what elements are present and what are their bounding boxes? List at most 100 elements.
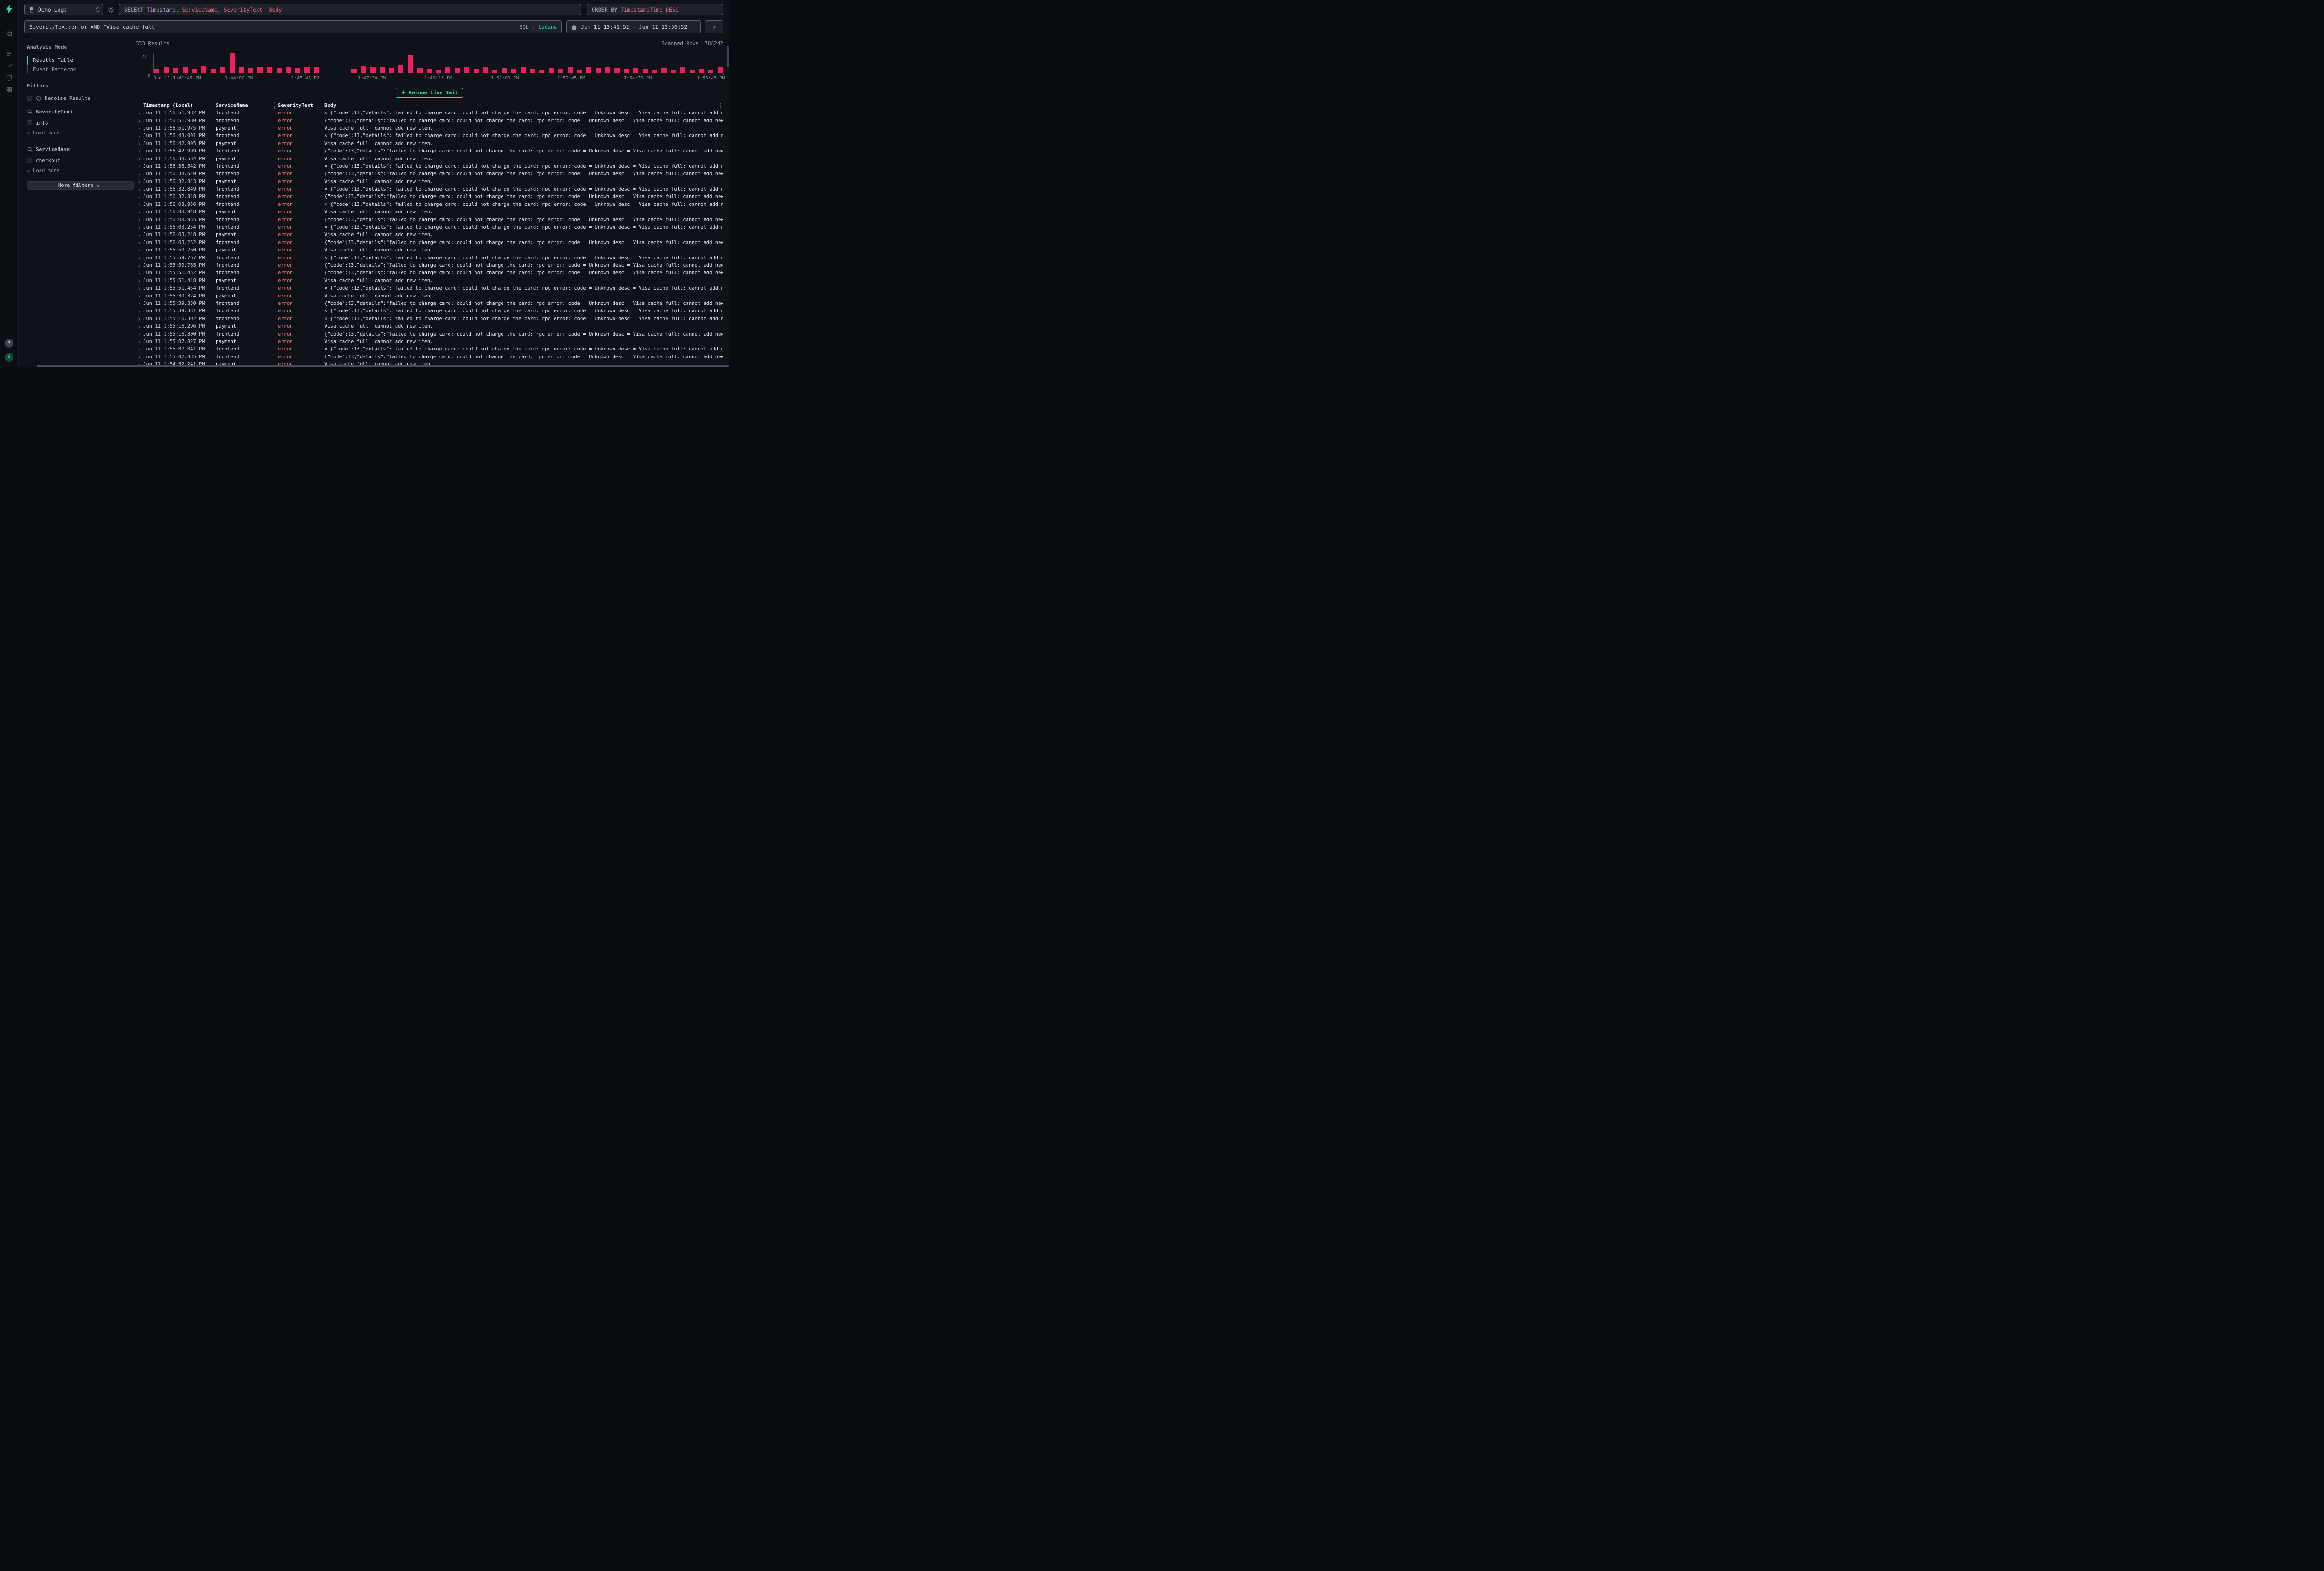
histogram-bar[interactable] (539, 70, 544, 73)
histogram-bar[interactable] (464, 67, 469, 73)
row-expand-cell[interactable] (136, 346, 143, 352)
row-expand-cell[interactable] (136, 323, 143, 329)
row-expand-cell[interactable] (136, 141, 143, 146)
histogram-bar[interactable] (549, 68, 554, 73)
table-row[interactable]: Jun 11 1:56:03.248 PMpaymenterrorVisa ca… (136, 231, 723, 238)
histogram-bar[interactable] (530, 69, 535, 73)
table-row[interactable]: Jun 11 1:56:43.001 PMfrontenderror× {"co… (136, 132, 723, 139)
histogram-bar[interactable] (314, 67, 319, 73)
histogram-bar[interactable] (614, 68, 620, 73)
app-logo[interactable] (0, 0, 19, 19)
row-expand-cell[interactable] (136, 255, 143, 261)
histogram-bar[interactable] (201, 66, 206, 73)
histogram-bar[interactable] (286, 67, 291, 73)
histogram-bar[interactable] (699, 69, 704, 73)
filter-option-checkout[interactable]: checkout (27, 157, 128, 165)
table-row[interactable]: Jun 11 1:55:39.331 PMfrontenderror× {"co… (136, 307, 723, 315)
histogram-bar[interactable] (708, 70, 713, 73)
table-row[interactable]: Jun 11 1:56:08.956 PMfrontenderror× {"co… (136, 201, 723, 208)
row-expand-cell[interactable] (136, 293, 143, 299)
table-row[interactable]: Jun 11 1:56:32.849 PMfrontenderror× {"co… (136, 185, 723, 193)
histogram-bar[interactable] (596, 68, 601, 73)
help-button[interactable]: ? (5, 339, 13, 348)
mode-event-patterns[interactable]: Event Patterns (27, 65, 128, 74)
histogram-bar[interactable] (661, 68, 667, 73)
row-expand-cell[interactable] (136, 217, 143, 223)
histogram-bar[interactable] (427, 69, 432, 73)
col-timestamp[interactable]: Timestamp (Local) (143, 103, 211, 108)
table-row[interactable]: Jun 11 1:55:51.448 PMpaymenterrorVisa ca… (136, 277, 723, 284)
lucene-toggle[interactable]: Lucene (538, 24, 557, 30)
table-row[interactable]: Jun 11 1:56:03.254 PMfrontenderror× {"co… (136, 224, 723, 231)
histogram-bar[interactable] (389, 68, 394, 73)
table-row[interactable]: Jun 11 1:56:38.540 PMfrontenderror{"code… (136, 170, 723, 178)
more-filters-button[interactable]: More filters (27, 181, 134, 190)
row-expand-cell[interactable] (136, 263, 143, 268)
resume-live-tail-button[interactable]: Resume Live Tail (396, 88, 464, 98)
histogram-bar[interactable] (408, 55, 413, 73)
table-row[interactable]: Jun 11 1:56:32.843 PMpaymenterrorVisa ca… (136, 178, 723, 185)
row-expand-cell[interactable] (136, 164, 143, 169)
histogram-bar[interactable] (173, 68, 178, 73)
table-row[interactable]: Jun 11 1:56:42.999 PMfrontenderror{"code… (136, 147, 723, 155)
histogram-bar[interactable] (211, 69, 216, 73)
table-row[interactable]: Jun 11 1:55:16.296 PMpaymenterrorVisa ca… (136, 323, 723, 330)
histogram-bar[interactable] (361, 66, 366, 73)
table-row[interactable]: Jun 11 1:56:08.948 PMpaymenterrorVisa ca… (136, 208, 723, 216)
row-expand-cell[interactable] (136, 171, 143, 177)
table-row[interactable]: Jun 11 1:55:16.302 PMfrontenderror× {"co… (136, 315, 723, 323)
histogram-bar[interactable] (586, 67, 591, 73)
histogram-bar[interactable] (398, 65, 403, 73)
row-expand-cell[interactable] (136, 308, 143, 314)
col-severitytext[interactable]: SeverityText (278, 103, 320, 108)
row-expand-cell[interactable] (136, 186, 143, 192)
histogram-bar[interactable] (239, 67, 244, 73)
histogram-bar[interactable] (257, 67, 263, 73)
table-row[interactable]: Jun 11 1:55:59.765 PMfrontenderror{"code… (136, 262, 723, 269)
run-query-button[interactable] (705, 20, 723, 33)
row-expand-cell[interactable] (136, 247, 143, 253)
source-settings-button[interactable] (106, 4, 116, 15)
order-by-input[interactable]: ORDER BY TimestampTime DESC (587, 4, 723, 15)
histogram-bar[interactable] (370, 67, 376, 73)
table-row[interactable]: Jun 11 1:56:38.542 PMfrontenderror× {"co… (136, 163, 723, 170)
col-body[interactable]: Body (324, 103, 723, 108)
histogram-bar[interactable] (380, 67, 385, 73)
histogram-bar[interactable] (633, 68, 638, 73)
table-row[interactable]: Jun 11 1:56:51.980 PMfrontenderror{"code… (136, 117, 723, 124)
vertical-scrollbar-thumb[interactable] (727, 46, 729, 67)
load-more-severity[interactable]: Load more (27, 130, 128, 136)
row-expand-cell[interactable] (136, 331, 143, 337)
sidebar-item-dashboards[interactable] (0, 84, 19, 96)
histogram-bar[interactable] (183, 67, 188, 73)
user-avatar[interactable]: U (5, 353, 13, 362)
sidebar-item-saved-searches[interactable] (0, 47, 19, 59)
load-more-service[interactable]: Load more (27, 167, 128, 174)
histogram-bar[interactable] (417, 68, 423, 73)
row-expand-cell[interactable] (136, 339, 143, 344)
histogram-bar[interactable] (455, 68, 460, 73)
histogram-bar[interactable] (492, 70, 497, 73)
histogram-bar[interactable] (277, 68, 282, 73)
row-expand-cell[interactable] (136, 133, 143, 139)
row-expand-cell[interactable] (136, 156, 143, 162)
histogram-bar[interactable] (652, 70, 657, 73)
row-expand-cell[interactable] (136, 301, 143, 306)
table-row[interactable]: Jun 11 1:55:39.324 PMpaymenterrorVisa ca… (136, 292, 723, 299)
histogram-bar[interactable] (690, 70, 695, 73)
row-expand-cell[interactable] (136, 232, 143, 238)
histogram-bar[interactable] (351, 69, 357, 73)
table-row[interactable]: Jun 11 1:55:07.841 PMfrontenderror× {"co… (136, 345, 723, 353)
histogram-bar[interactable] (568, 67, 573, 73)
table-row[interactable]: Jun 11 1:55:07.835 PMfrontenderror{"code… (136, 353, 723, 361)
table-row[interactable]: Jun 11 1:55:59.767 PMfrontenderror× {"co… (136, 254, 723, 261)
histogram-bar[interactable] (511, 69, 516, 73)
row-expand-cell[interactable] (136, 194, 143, 199)
table-row[interactable]: Jun 11 1:56:38.534 PMpaymenterrorVisa ca… (136, 155, 723, 162)
row-expand-cell[interactable] (136, 118, 143, 124)
column-resize-handle[interactable] (273, 102, 278, 109)
histogram-bar[interactable] (605, 67, 610, 73)
denoise-checkbox[interactable] (27, 96, 32, 101)
histogram-bar[interactable] (248, 68, 253, 73)
table-row[interactable]: Jun 11 1:56:42.995 PMpaymenterrorVisa ca… (136, 140, 723, 147)
